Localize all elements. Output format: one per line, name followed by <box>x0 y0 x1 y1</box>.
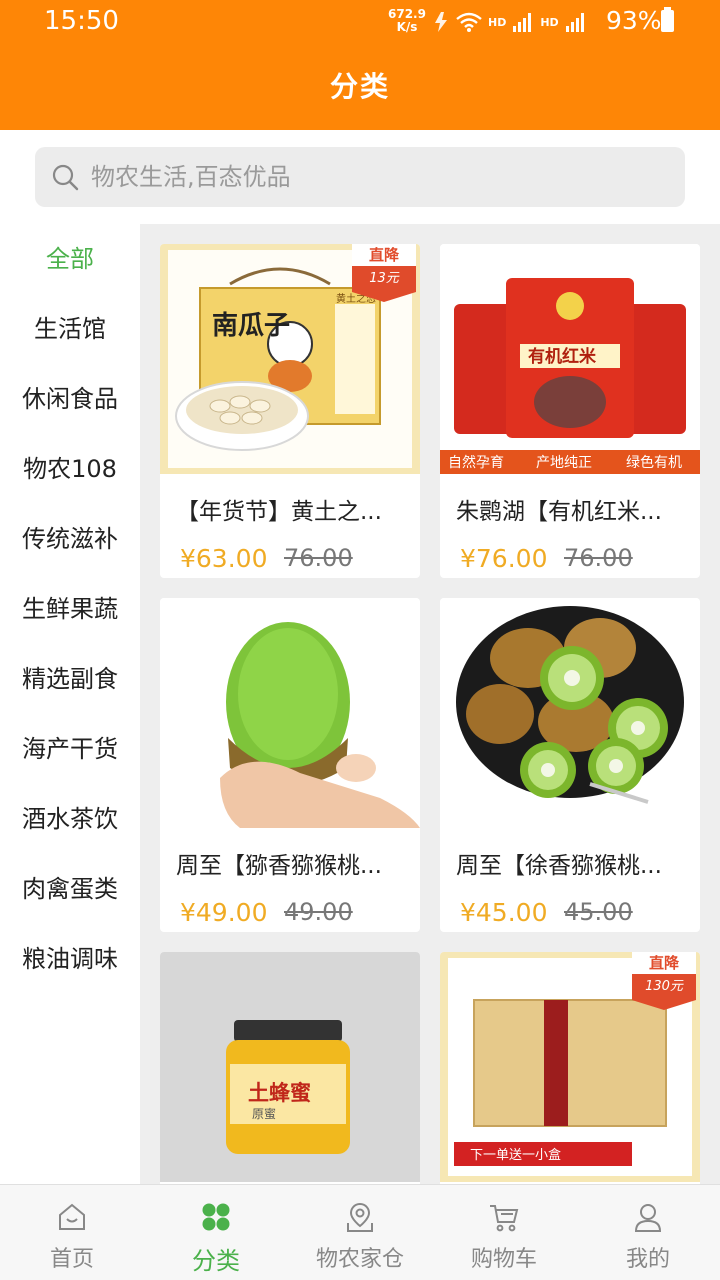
cell-signal-icon-2 <box>565 13 584 32</box>
product-card[interactable]: 有机红米 自然孕育 产地纯正 绿色有机 朱鹮湖【有机红米... ¥76.00 7… <box>440 244 700 578</box>
product-price: ¥49.00 <box>180 898 268 927</box>
product-image: 土蜂蜜 原蜜 <box>160 952 420 1182</box>
location-icon <box>347 1202 373 1232</box>
product-card[interactable]: 周至【徐香猕猴桃... ¥45.00 45.00 <box>440 598 700 932</box>
clock: 15:50 <box>44 6 119 36</box>
category-groceries[interactable]: 精选副食 <box>0 644 140 714</box>
user-icon <box>634 1204 662 1232</box>
svg-text:绿色有机: 绿色有机 <box>626 454 682 471</box>
price-drop-badge: 直降 130元 <box>632 952 696 1010</box>
product-name: 【年货节】黄土之... <box>176 499 382 525</box>
product-price: ¥76.00 <box>460 544 548 573</box>
search-box[interactable] <box>35 147 685 207</box>
category-all[interactable]: 全部 <box>0 224 140 294</box>
category-tonics[interactable]: 传统滋补 <box>0 504 140 574</box>
product-card[interactable]: 周至【猕香猕猴桃... ¥49.00 49.00 <box>160 598 420 932</box>
product-image <box>440 598 700 828</box>
tab-warehouse[interactable]: 物农家仓 <box>288 1185 432 1280</box>
category-snacks[interactable]: 休闲食品 <box>0 364 140 434</box>
product-original-price: 49.00 <box>284 898 353 926</box>
search-icon <box>52 164 79 191</box>
svg-text:有机红米: 有机红米 <box>528 346 597 367</box>
svg-text:南瓜子: 南瓜子 <box>212 311 290 341</box>
product-original-price: 76.00 <box>564 544 633 572</box>
cart-icon <box>490 1205 519 1232</box>
battery-level: 93% <box>606 6 662 35</box>
category-wunong108[interactable]: 物农108 <box>0 434 140 504</box>
product-card[interactable]: 下一单送一小盒 直降 130元 <box>440 952 700 1184</box>
search-input[interactable] <box>91 147 671 207</box>
signal-icons: HD HD <box>432 8 587 36</box>
category-drinks[interactable]: 酒水茶饮 <box>0 784 140 854</box>
charging-icon <box>435 12 447 32</box>
svg-text:土蜂蜜: 土蜂蜜 <box>248 1080 311 1105</box>
search-area <box>0 130 720 224</box>
svg-text:自然孕育: 自然孕育 <box>448 454 504 471</box>
product-image <box>160 598 420 828</box>
home-icon <box>59 1203 85 1230</box>
svg-text:下一单送一小盒: 下一单送一小盒 <box>470 1147 561 1163</box>
tab-home[interactable]: 首页 <box>0 1185 144 1280</box>
product-original-price: 45.00 <box>564 898 633 926</box>
category-seafood[interactable]: 海产干货 <box>0 714 140 784</box>
bottom-tab-bar: 首页 分类 物农家仓 购物车 我的 <box>0 1184 720 1280</box>
tab-category[interactable]: 分类 <box>144 1185 288 1280</box>
category-fresh-produce[interactable]: 生鲜果蔬 <box>0 574 140 644</box>
price-drop-badge: 直降 13元 <box>352 244 416 302</box>
category-lifestyle[interactable]: 生活馆 <box>0 294 140 364</box>
product-image: 有机红米 自然孕育 产地纯正 绿色有机 <box>440 244 700 474</box>
cell-signal-icon <box>513 13 532 32</box>
category-sidebar: 全部 生活馆 休闲食品 物农108 传统滋补 生鲜果蔬 精选副食 海产干货 酒水… <box>0 224 140 1184</box>
grid-icon <box>202 1203 230 1231</box>
product-name: 朱鹮湖【有机红米... <box>456 499 662 525</box>
hd-label-2: HD <box>540 15 559 29</box>
page-title: 分类 <box>329 70 390 103</box>
product-card[interactable]: 南瓜子 黄土之恋 直降 13元 【年货节】黄土之... ¥63.00 76.00 <box>160 244 420 578</box>
status-bar: 15:50 672.9 K/s HD HD 93% <box>0 0 720 44</box>
network-rate: 672.9 K/s <box>388 7 426 34</box>
tab-cart[interactable]: 购物车 <box>432 1185 576 1280</box>
svg-text:产地纯正: 产地纯正 <box>536 455 592 471</box>
product-name: 周至【徐香猕猴桃... <box>456 853 662 879</box>
product-name: 周至【猕香猕猴桃... <box>176 853 382 879</box>
app-bar: 分类 <box>0 44 720 130</box>
svg-text:原蜜: 原蜜 <box>252 1106 276 1121</box>
wifi-icon <box>456 12 482 32</box>
tab-profile[interactable]: 我的 <box>576 1185 720 1280</box>
product-original-price: 76.00 <box>284 544 353 572</box>
hd-label-1: HD <box>488 15 507 29</box>
battery-icon <box>661 7 674 32</box>
product-grid: 南瓜子 黄土之恋 直降 13元 【年货节】黄土之... ¥63.00 76.00 <box>140 224 720 1184</box>
category-meat-eggs[interactable]: 肉禽蛋类 <box>0 854 140 924</box>
product-price: ¥63.00 <box>180 544 268 573</box>
product-price: ¥45.00 <box>460 898 548 927</box>
product-card[interactable]: 土蜂蜜 原蜜 <box>160 952 420 1184</box>
category-grain-oil[interactable]: 粮油调味 <box>0 924 140 994</box>
